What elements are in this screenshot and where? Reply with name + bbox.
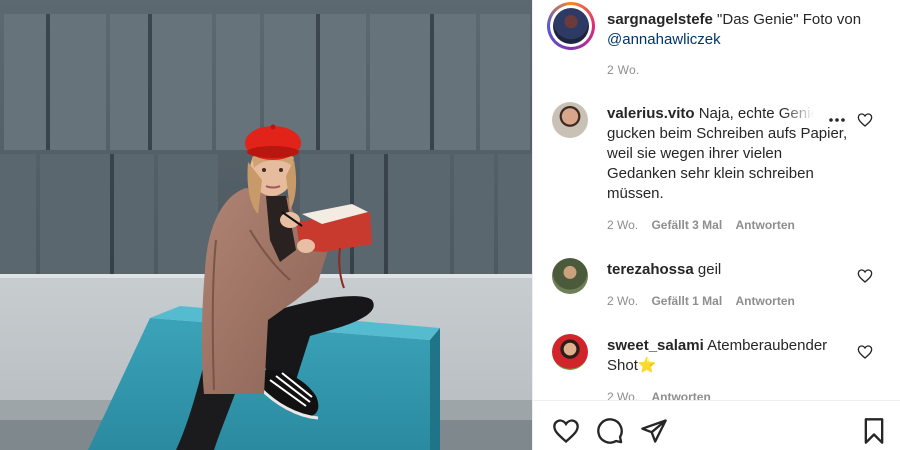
- author-avatar-image: [553, 8, 589, 44]
- avatar-ring-gap: [550, 5, 592, 47]
- comments-list[interactable]: valerius.vito Naja, echte Genies gucken …: [533, 90, 900, 400]
- comment-time[interactable]: 2 Wo.: [607, 218, 638, 232]
- comment-avatar[interactable]: [552, 334, 588, 370]
- comment-meta: 2 Wo. Gefällt 1 Mal Antworten: [607, 294, 805, 308]
- comment-username[interactable]: terezahossa: [607, 261, 694, 278]
- post-action-bar: [533, 400, 900, 450]
- reply-button[interactable]: Antworten: [651, 390, 710, 400]
- text-fade-overlay: [783, 104, 827, 126]
- comment-avatar[interactable]: [552, 102, 588, 138]
- comment-time[interactable]: 2 Wo.: [607, 390, 638, 400]
- caption-mention[interactable]: @annahawliczek: [607, 31, 721, 48]
- author-avatar[interactable]: [547, 2, 595, 50]
- heart-icon[interactable]: [552, 417, 580, 445]
- caption-text: "Das Genie" Foto von: [712, 11, 862, 28]
- comment-like-heart-icon[interactable]: [857, 268, 873, 284]
- instagram-post-view: sargnagelstefe "Das Genie" Foto von @ann…: [0, 0, 900, 450]
- post-caption-header: sargnagelstefe "Das Genie" Foto von @ann…: [533, 0, 900, 90]
- comment-likes[interactable]: Gefällt 3 Mal: [651, 218, 722, 232]
- reply-button[interactable]: Antworten: [736, 294, 795, 308]
- photo-illustration: [0, 0, 532, 450]
- comment-meta: 2 Wo. Antworten: [607, 390, 721, 400]
- comment-icon[interactable]: [596, 417, 624, 445]
- comment-text: terezahossa geil: [607, 260, 855, 280]
- comment-avatar[interactable]: [552, 258, 588, 294]
- comment-like-heart-icon[interactable]: [857, 344, 873, 360]
- comment-username[interactable]: valerius.vito: [607, 105, 695, 122]
- post-timestamp[interactable]: 2 Wo.: [607, 63, 640, 77]
- comment-like-heart-icon[interactable]: [857, 112, 873, 128]
- comment-text: sweet_salami Atemberaubender Shot⭐: [607, 336, 855, 376]
- reply-button[interactable]: Antworten: [736, 218, 795, 232]
- comment-likes[interactable]: Gefällt 1 Mal: [651, 294, 722, 308]
- comment-body: geil: [693, 261, 722, 278]
- more-options-icon[interactable]: [827, 110, 847, 130]
- star-emoji-icon: ⭐: [637, 357, 657, 374]
- comment-meta: 2 Wo. Gefällt 3 Mal Antworten: [607, 218, 805, 232]
- post-detail-panel: sargnagelstefe "Das Genie" Foto von @ann…: [532, 0, 900, 450]
- author-username[interactable]: sargnagelstefe: [607, 11, 713, 28]
- share-icon[interactable]: [640, 417, 668, 445]
- post-caption: sargnagelstefe "Das Genie" Foto von @ann…: [607, 10, 887, 50]
- post-photo[interactable]: [0, 0, 532, 450]
- comment-time[interactable]: 2 Wo.: [607, 294, 638, 308]
- bookmark-icon[interactable]: [860, 417, 888, 445]
- comment-username[interactable]: sweet_salami: [607, 337, 704, 354]
